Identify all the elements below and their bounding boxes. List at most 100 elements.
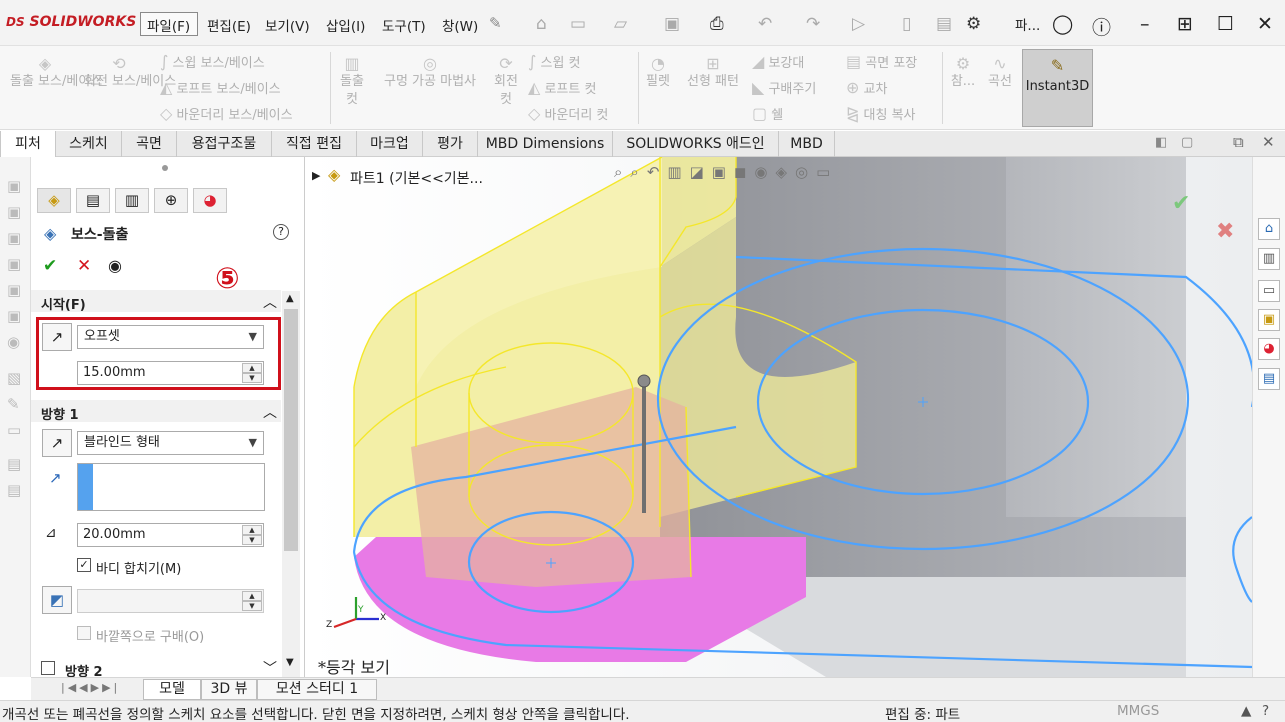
strip-tool-icon[interactable]: ▤ — [7, 481, 25, 499]
zoom-fit-icon[interactable]: ⌕ — [614, 163, 630, 181]
view-settings-icon[interactable]: ▭ — [816, 163, 838, 181]
tree-root-label[interactable]: 파트1 (기본<<기본... — [350, 168, 483, 188]
pm-help-icon[interactable]: ? — [273, 224, 289, 240]
status-help-icon[interactable]: ? — [1262, 703, 1269, 719]
linear-pattern-button[interactable]: ⊞ 선형 패턴 — [680, 54, 746, 91]
tab-mbd-dimensions[interactable]: MBD Dimensions — [478, 131, 613, 157]
draft-angle-input[interactable]: ▲ ▼ — [77, 589, 264, 613]
rebuild-icon[interactable]: ▯ — [902, 14, 911, 34]
direction2-checkbox[interactable] — [41, 661, 55, 675]
apply-scene-icon[interactable]: ◎ — [795, 163, 816, 181]
confirm-check-icon[interactable]: ✔ — [1172, 191, 1190, 216]
tab-evaluate[interactable]: 평가 — [423, 131, 478, 157]
offset-value-input[interactable]: 15.00mm ▲ ▼ — [77, 361, 264, 385]
strip-tool-icon[interactable]: ▣ — [7, 203, 25, 221]
spin-down-icon[interactable]: ▼ — [242, 601, 262, 611]
scroll-down-icon[interactable]: ▼ — [286, 657, 294, 668]
close-window-icon[interactable]: ✕ — [1257, 13, 1273, 35]
menu-view[interactable]: 보기(V) — [265, 15, 310, 35]
doc-restore-icon[interactable]: ⧉ — [1233, 133, 1244, 151]
strip-tool-icon[interactable]: ▣ — [7, 255, 25, 273]
tab-navigation-arrows[interactable]: |◀◀▶▶| — [61, 681, 120, 694]
file-properties-icon[interactable]: ▤ — [936, 14, 952, 34]
open-icon[interactable]: ▱ — [614, 14, 627, 34]
spin-down-icon[interactable]: ▼ — [242, 373, 262, 383]
doc-close-icon[interactable]: ✕ — [1262, 133, 1275, 151]
design-library-icon[interactable]: ▥ — [1258, 248, 1280, 270]
strip-tool-icon[interactable]: ▣ — [7, 229, 25, 247]
spin-down-icon[interactable]: ▼ — [242, 535, 262, 545]
menu-file[interactable]: 파일(F) — [147, 15, 190, 35]
draft-button[interactable]: ◣ 구배주기 — [752, 78, 816, 99]
panel-toggle-icon-2[interactable]: ▢ — [1181, 135, 1193, 150]
status-arrow-icon[interactable]: ▲ — [1241, 703, 1251, 719]
view-orientation-icon[interactable]: ▣ — [712, 163, 734, 181]
restore-window-icon[interactable]: ⊞ — [1177, 13, 1193, 35]
strip-tool-icon[interactable]: ▧ — [7, 369, 25, 387]
feature-manager-tab[interactable]: ◈ — [37, 188, 71, 213]
strip-tool-icon[interactable]: ▣ — [7, 177, 25, 195]
pm-scrollbar[interactable]: ▲ ▼ — [282, 291, 300, 677]
dynamic-annotation-icon[interactable]: ◪ — [690, 163, 712, 181]
tab-features[interactable]: 피처 — [0, 131, 56, 157]
curves-button[interactable]: ∿ 곡선 — [984, 54, 1016, 91]
display-style-icon[interactable]: ◼ — [734, 163, 754, 181]
help-icon[interactable]: ⓘ — [1092, 13, 1111, 40]
display-manager-tab[interactable]: ◕ — [193, 188, 227, 213]
undo-icon[interactable]: ↶ — [758, 14, 772, 34]
redo-icon[interactable]: ↷ — [806, 14, 820, 34]
hole-wizard-button[interactable]: ◎ 구멍 가공 마법사 — [372, 54, 488, 91]
save-icon[interactable]: ▣ — [664, 14, 680, 34]
dimxpert-tab[interactable]: ⊕ — [154, 188, 188, 213]
tree-expand-icon[interactable]: ▶ — [312, 169, 320, 182]
strip-tool-icon[interactable]: ▣ — [7, 281, 25, 299]
boss-extrude-button[interactable]: ◈ 돌출 보스/베이스 — [10, 54, 102, 91]
property-manager-tab[interactable]: ▤ — [76, 188, 110, 213]
panel-grip[interactable] — [162, 165, 168, 171]
scroll-up-icon[interactable]: ▲ — [286, 293, 294, 304]
menu-window[interactable]: 창(W) — [442, 15, 478, 35]
sweep-boss-button[interactable]: ∫ 스윕 보스/베이스 — [160, 52, 265, 73]
print-icon[interactable]: ⎙ — [710, 14, 724, 34]
direction-selection-box[interactable] — [77, 463, 265, 511]
reference-geometry-button[interactable]: ⚙ 참... — [948, 54, 978, 91]
spin-up-icon[interactable]: ▲ — [242, 591, 262, 601]
extrude-cut-button[interactable]: ▥ 돌출 컷 — [336, 54, 368, 109]
edit-appearance-icon[interactable]: ◈ — [776, 163, 796, 181]
strip-tool-icon[interactable]: ✎ — [7, 395, 25, 413]
intersect-button[interactable]: ⊕ 교차 — [846, 78, 887, 99]
tab-solidworks-addins[interactable]: SOLIDWORKS 애드인 — [613, 131, 779, 157]
cancel-x-icon[interactable]: ✕ — [77, 256, 91, 276]
tab-direct-editing[interactable]: 직접 편집 — [272, 131, 357, 157]
mirror-button[interactable]: ⧎ 대칭 복사 — [846, 104, 916, 125]
from-type-select[interactable]: 오프셋 ▼ — [77, 325, 264, 349]
loft-cut-button[interactable]: ◭ 로프트 컷 — [528, 78, 596, 99]
strip-tool-icon[interactable]: ◉ — [7, 333, 25, 351]
tab-model[interactable]: 모델 — [143, 679, 201, 700]
pin-icon[interactable]: ✎ — [489, 14, 502, 32]
spin-up-icon[interactable]: ▲ — [242, 525, 262, 535]
home-icon[interactable]: ⌂ — [536, 14, 547, 34]
view-palette-icon[interactable]: ▣ — [1258, 309, 1280, 331]
sweep-cut-button[interactable]: ∫ 스윕 컷 — [528, 52, 581, 73]
file-explorer-folder-icon[interactable]: ▭ — [1258, 280, 1280, 302]
hide-show-icon[interactable]: ◉ — [754, 163, 775, 181]
preview-eye-icon[interactable]: ◉ — [108, 256, 122, 275]
configuration-manager-tab[interactable]: ▥ — [115, 188, 149, 213]
tab-weldments[interactable]: 용접구조물 — [177, 131, 272, 157]
tab-surfaces[interactable]: 곡면 — [122, 131, 177, 157]
tab-sketch[interactable]: 스케치 — [56, 131, 122, 157]
boundary-cut-button[interactable]: ◇ 바운더리 컷 — [528, 104, 608, 125]
draft-toggle-button[interactable]: ◩ — [42, 586, 72, 614]
wrap-button[interactable]: ▤ 곡면 포장 — [846, 52, 917, 73]
options-gear-icon[interactable]: ⚙ — [966, 14, 981, 34]
loft-boss-button[interactable]: ◭ 로프트 보스/베이스 — [160, 78, 281, 99]
revolve-cut-button[interactable]: ⟳ 회전 컷 — [490, 54, 522, 109]
appearances-icon[interactable]: ◕ — [1258, 338, 1280, 360]
section-view-icon[interactable]: ▥ — [667, 163, 689, 181]
zoom-area-icon[interactable]: ⌕ — [630, 163, 646, 181]
rib-button[interactable]: ◢ 보강대 — [752, 52, 804, 73]
tab-markup[interactable]: 마크업 — [357, 131, 423, 157]
tab-mbd[interactable]: MBD — [779, 131, 835, 157]
menu-edit[interactable]: 편집(E) — [207, 15, 251, 35]
